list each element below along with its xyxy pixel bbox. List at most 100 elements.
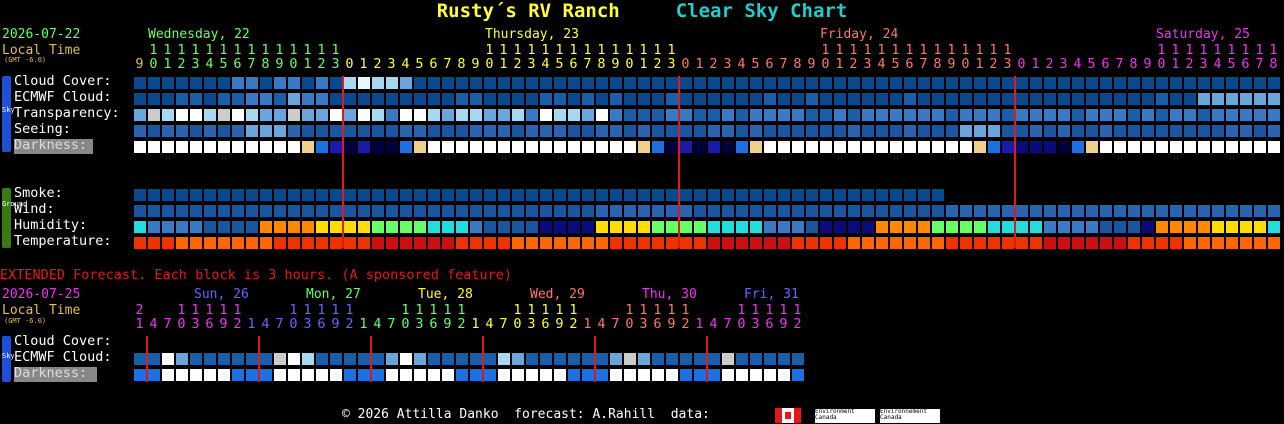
forecast-cell xyxy=(736,189,748,201)
forecast-cell xyxy=(1156,93,1168,105)
hour-ones-digit: 1 xyxy=(359,56,368,72)
forecast-cell xyxy=(960,125,972,137)
forecast-cell xyxy=(148,221,160,233)
forecast-cell xyxy=(134,141,146,153)
forecast-cell xyxy=(456,237,468,249)
ext-hour-ones-digit: 6 xyxy=(765,316,774,332)
sky-sidebar: Sky xyxy=(2,76,15,152)
forecast-cell xyxy=(1198,205,1210,217)
forecast-cell xyxy=(470,125,482,137)
footer-credit: © 2026 Attilla Danko forecast: A.Rahill … xyxy=(342,407,710,422)
forecast-cell xyxy=(946,221,958,233)
forecast-cell xyxy=(190,109,202,121)
ext-ecmwf-cell xyxy=(330,353,342,365)
ext-darkness-cell xyxy=(666,369,678,381)
forecast-cell xyxy=(246,77,258,89)
forecast-cell xyxy=(512,125,524,137)
forecast-cell xyxy=(862,221,874,233)
hour-ones-digit: 2 xyxy=(373,56,382,72)
forecast-cell xyxy=(1142,77,1154,89)
forecast-cell xyxy=(1198,237,1210,249)
ext-darkness-cell xyxy=(694,369,706,381)
ext-ecmwf-cell xyxy=(442,353,454,365)
ext-hour-ones-digit: 3 xyxy=(527,316,536,332)
forecast-cell xyxy=(582,109,594,121)
forecast-cell xyxy=(722,237,734,249)
forecast-cell xyxy=(344,125,356,137)
forecast-cell xyxy=(470,93,482,105)
canada-flag-icon xyxy=(775,408,801,423)
forecast-cell xyxy=(876,189,888,201)
forecast-cell xyxy=(218,109,230,121)
forecast-cell xyxy=(148,237,160,249)
ext-hour-ones-digit: 1 xyxy=(695,316,704,332)
forecast-cell xyxy=(1268,77,1280,89)
forecast-cell xyxy=(1212,77,1224,89)
forecast-cell xyxy=(442,93,454,105)
forecast-cell xyxy=(1016,141,1028,153)
forecast-cell xyxy=(820,141,832,153)
forecast-cell xyxy=(176,125,188,137)
forecast-cell xyxy=(1156,109,1168,121)
forecast-cell xyxy=(694,109,706,121)
forecast-cell xyxy=(1268,221,1280,233)
forecast-cell xyxy=(988,77,1000,89)
forecast-cell xyxy=(624,205,636,217)
forecast-cell xyxy=(470,221,482,233)
forecast-cell xyxy=(596,109,608,121)
forecast-cell xyxy=(1002,109,1014,121)
forecast-cell xyxy=(498,77,510,89)
hour-ones-digit: 4 xyxy=(1213,56,1222,72)
forecast-cell xyxy=(1240,141,1252,153)
forecast-cell xyxy=(260,141,272,153)
forecast-cell xyxy=(1268,109,1280,121)
forecast-cell xyxy=(764,125,776,137)
forecast-cell xyxy=(932,237,944,249)
forecast-cell xyxy=(680,77,692,89)
forecast-cell xyxy=(330,141,342,153)
hour-ones-digit: 9 xyxy=(275,56,284,72)
forecast-cell xyxy=(1184,221,1196,233)
forecast-cell xyxy=(1128,93,1140,105)
forecast-cell xyxy=(1002,221,1014,233)
forecast-cell xyxy=(1240,205,1252,217)
hour-ones-digit: 6 xyxy=(905,56,914,72)
forecast-cell xyxy=(1058,77,1070,89)
hour-ones-digit: 7 xyxy=(1255,56,1264,72)
ext-darkness-cell xyxy=(484,369,496,381)
forecast-cell xyxy=(806,141,818,153)
forecast-cell xyxy=(442,125,454,137)
forecast-cell xyxy=(162,221,174,233)
forecast-cell xyxy=(652,189,664,201)
forecast-cell xyxy=(792,109,804,121)
sky-sidebar-label: Sky xyxy=(2,106,15,114)
ext-darkness-cell xyxy=(288,369,300,381)
forecast-cell xyxy=(134,237,146,249)
forecast-cell xyxy=(442,141,454,153)
forecast-cell xyxy=(540,93,552,105)
forecast-cell xyxy=(1240,221,1252,233)
forecast-cell xyxy=(582,205,594,217)
forecast-cell xyxy=(372,141,384,153)
forecast-cell xyxy=(1254,125,1266,137)
forecast-cell xyxy=(176,109,188,121)
forecast-cell xyxy=(358,125,370,137)
forecast-cell xyxy=(764,189,776,201)
forecast-cell xyxy=(568,77,580,89)
forecast-cell xyxy=(1142,221,1154,233)
forecast-cell xyxy=(1002,93,1014,105)
forecast-cell xyxy=(1044,221,1056,233)
forecast-cell xyxy=(1170,205,1182,217)
forecast-cell xyxy=(638,237,650,249)
hour-ones-digit: 4 xyxy=(737,56,746,72)
ext-ecmwf-cell xyxy=(288,353,300,365)
hour-ones-digit: 3 xyxy=(331,56,340,72)
ext-darkness-cell xyxy=(316,369,328,381)
ext-ecmwf-cell xyxy=(582,353,594,365)
ext-ecmwf-cell xyxy=(386,353,398,365)
forecast-cell xyxy=(596,237,608,249)
hour-ones-digit: 2 xyxy=(317,56,326,72)
forecast-cell xyxy=(890,109,902,121)
forecast-cell xyxy=(1100,93,1112,105)
forecast-cell xyxy=(428,109,440,121)
